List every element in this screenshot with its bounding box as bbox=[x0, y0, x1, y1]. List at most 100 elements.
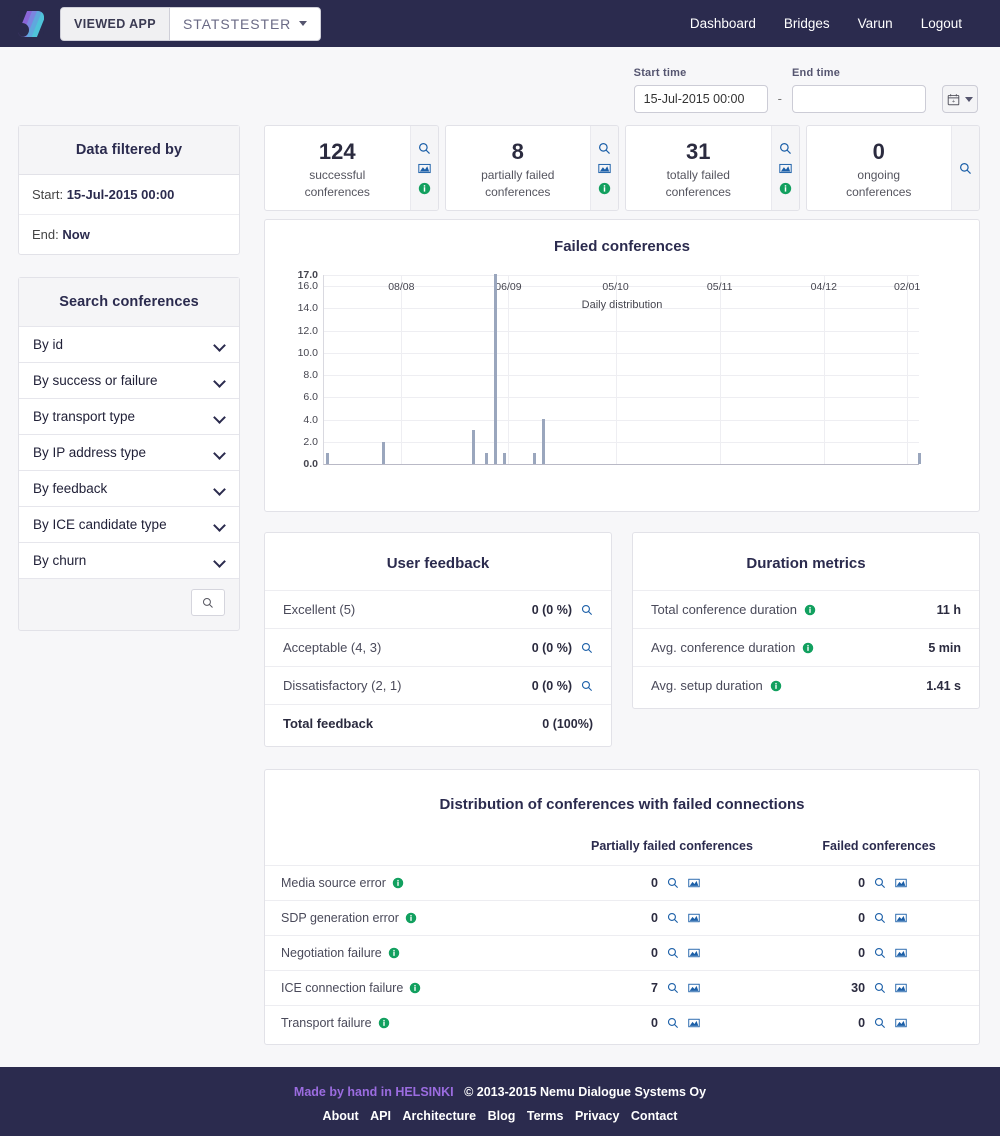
duration-metrics-panel: Duration metrics Total conference durati… bbox=[632, 532, 980, 709]
chart-icon[interactable] bbox=[417, 162, 431, 175]
accordion-label: By transport type bbox=[33, 409, 136, 424]
footer-link-privacy[interactable]: Privacy bbox=[575, 1109, 619, 1123]
cell-content: 0 bbox=[779, 876, 979, 890]
chart-icon[interactable] bbox=[688, 947, 700, 959]
footer-link-api[interactable]: API bbox=[370, 1109, 391, 1123]
end-time-label: End time bbox=[792, 67, 841, 79]
app-logo[interactable] bbox=[18, 10, 44, 37]
chart-icon[interactable] bbox=[778, 162, 792, 175]
chart-bar bbox=[533, 452, 537, 464]
accordion-item-by-id[interactable]: By id bbox=[19, 326, 239, 363]
chart-icon[interactable] bbox=[688, 877, 700, 889]
accordion-label: By IP address type bbox=[33, 445, 147, 460]
chart-ytick: 12.0 bbox=[297, 324, 318, 337]
search-icon[interactable] bbox=[667, 877, 679, 889]
search-icon[interactable] bbox=[581, 604, 593, 616]
failed-count: 30 bbox=[851, 981, 866, 995]
failed-count: 0 bbox=[858, 1016, 866, 1030]
error-label: SDP generation error bbox=[281, 911, 399, 925]
chart-icon[interactable] bbox=[895, 912, 907, 924]
info-icon[interactable] bbox=[804, 604, 816, 616]
info-icon[interactable] bbox=[405, 912, 417, 924]
search-icon[interactable] bbox=[874, 982, 886, 994]
info-icon[interactable] bbox=[388, 947, 400, 959]
chart-icon[interactable] bbox=[688, 912, 700, 924]
footer-link-terms[interactable]: Terms bbox=[527, 1109, 564, 1123]
table-cell-failed: 30 bbox=[779, 970, 979, 1006]
app-switcher[interactable]: VIEWED APP STATSTESTER bbox=[60, 6, 322, 41]
search-icon[interactable] bbox=[418, 142, 431, 155]
info-icon[interactable] bbox=[378, 1017, 390, 1029]
stat-cards: 124 successful conferences 8 partially f… bbox=[264, 125, 980, 211]
chart-icon[interactable] bbox=[688, 982, 700, 994]
info-icon[interactable] bbox=[779, 182, 792, 195]
search-icon[interactable] bbox=[581, 642, 593, 654]
info-icon[interactable] bbox=[418, 182, 431, 195]
accordion-item-by-transport-type[interactable]: By transport type bbox=[19, 398, 239, 435]
info-icon[interactable] bbox=[770, 680, 782, 692]
date-filter-bar: Start time - End time + bbox=[0, 47, 1000, 113]
search-icon[interactable] bbox=[667, 982, 679, 994]
chart-ytick: 0.0 bbox=[303, 458, 318, 470]
duration-value: 5 min bbox=[928, 640, 961, 655]
error-label: ICE connection failure bbox=[281, 981, 404, 995]
search-icon[interactable] bbox=[874, 912, 886, 924]
footer-link-blog[interactable]: Blog bbox=[488, 1109, 516, 1123]
search-icon[interactable] bbox=[667, 947, 679, 959]
accordion-item-by-ip-address-type[interactable]: By IP address type bbox=[19, 434, 239, 471]
accordion-item-by-success-or-failure[interactable]: By success or failure bbox=[19, 362, 239, 399]
chevron-down-icon bbox=[214, 413, 225, 420]
stat-card-body: 124 successful conferences bbox=[265, 126, 410, 210]
nav-link-bridges[interactable]: Bridges bbox=[784, 16, 830, 31]
chart-bar bbox=[485, 452, 489, 464]
chart-icon[interactable] bbox=[688, 1017, 700, 1029]
nav-link-logout[interactable]: Logout bbox=[921, 16, 962, 31]
search-icon[interactable] bbox=[779, 142, 792, 155]
stat-label: partially failed conferences bbox=[481, 167, 554, 199]
accordion-item-by-ice-candidate-type[interactable]: By ICE candidate type bbox=[19, 506, 239, 543]
stat-card-actions bbox=[770, 126, 799, 210]
chart-bar bbox=[917, 452, 921, 464]
chart-icon[interactable] bbox=[895, 877, 907, 889]
accordion-item-by-feedback[interactable]: By feedback bbox=[19, 470, 239, 507]
nav-link-dashboard[interactable]: Dashboard bbox=[690, 16, 756, 31]
footer-links: About API Architecture Blog Terms Privac… bbox=[0, 1109, 1000, 1123]
page-footer: Made by hand in HELSINKI © 2013-2015 Nem… bbox=[0, 1067, 1000, 1136]
stat-label-line2: conferences bbox=[665, 184, 731, 199]
nav-link-varun[interactable]: Varun bbox=[858, 16, 893, 31]
start-time-input[interactable] bbox=[633, 85, 768, 113]
search-icon[interactable] bbox=[667, 912, 679, 924]
search-icon[interactable] bbox=[581, 680, 593, 692]
footer-link-architecture[interactable]: Architecture bbox=[402, 1109, 476, 1123]
footer-link-about[interactable]: About bbox=[323, 1109, 359, 1123]
end-time-input[interactable] bbox=[792, 85, 926, 113]
footer-link-contact[interactable]: Contact bbox=[631, 1109, 678, 1123]
search-icon[interactable] bbox=[874, 1017, 886, 1029]
calendar-picker-button[interactable]: + bbox=[942, 85, 978, 113]
search-conferences-button[interactable] bbox=[191, 589, 225, 616]
table-cell-error-label: ICE connection failure bbox=[265, 970, 565, 1006]
error-label-wrap: Transport failure bbox=[281, 1016, 390, 1030]
chart-icon[interactable] bbox=[895, 982, 907, 994]
search-icon[interactable] bbox=[874, 947, 886, 959]
chart-xlabel: Daily distribution bbox=[581, 299, 663, 311]
info-icon[interactable] bbox=[802, 642, 814, 654]
info-icon[interactable] bbox=[409, 982, 421, 994]
chart-ytick: 16.0 bbox=[297, 280, 318, 293]
app-switcher-dropdown[interactable]: STATSTESTER bbox=[170, 7, 321, 40]
accordion-item-by-churn[interactable]: By churn bbox=[19, 542, 239, 579]
search-icon[interactable] bbox=[874, 877, 886, 889]
chart-bar bbox=[326, 452, 330, 464]
search-icon[interactable] bbox=[959, 162, 972, 175]
data-filtered-by-title: Data filtered by bbox=[19, 126, 239, 175]
chart-icon[interactable] bbox=[598, 162, 611, 175]
chart-icon[interactable] bbox=[895, 947, 907, 959]
info-icon[interactable] bbox=[598, 182, 611, 195]
search-icon[interactable] bbox=[667, 1017, 679, 1029]
feedback-total-label: Total feedback bbox=[283, 716, 374, 731]
info-icon[interactable] bbox=[392, 877, 404, 889]
chart-icon[interactable] bbox=[895, 1017, 907, 1029]
table-cell-failed: 0 bbox=[779, 935, 979, 971]
table-row: Transport failure 0 0 bbox=[265, 1005, 979, 1040]
search-icon[interactable] bbox=[598, 142, 611, 155]
